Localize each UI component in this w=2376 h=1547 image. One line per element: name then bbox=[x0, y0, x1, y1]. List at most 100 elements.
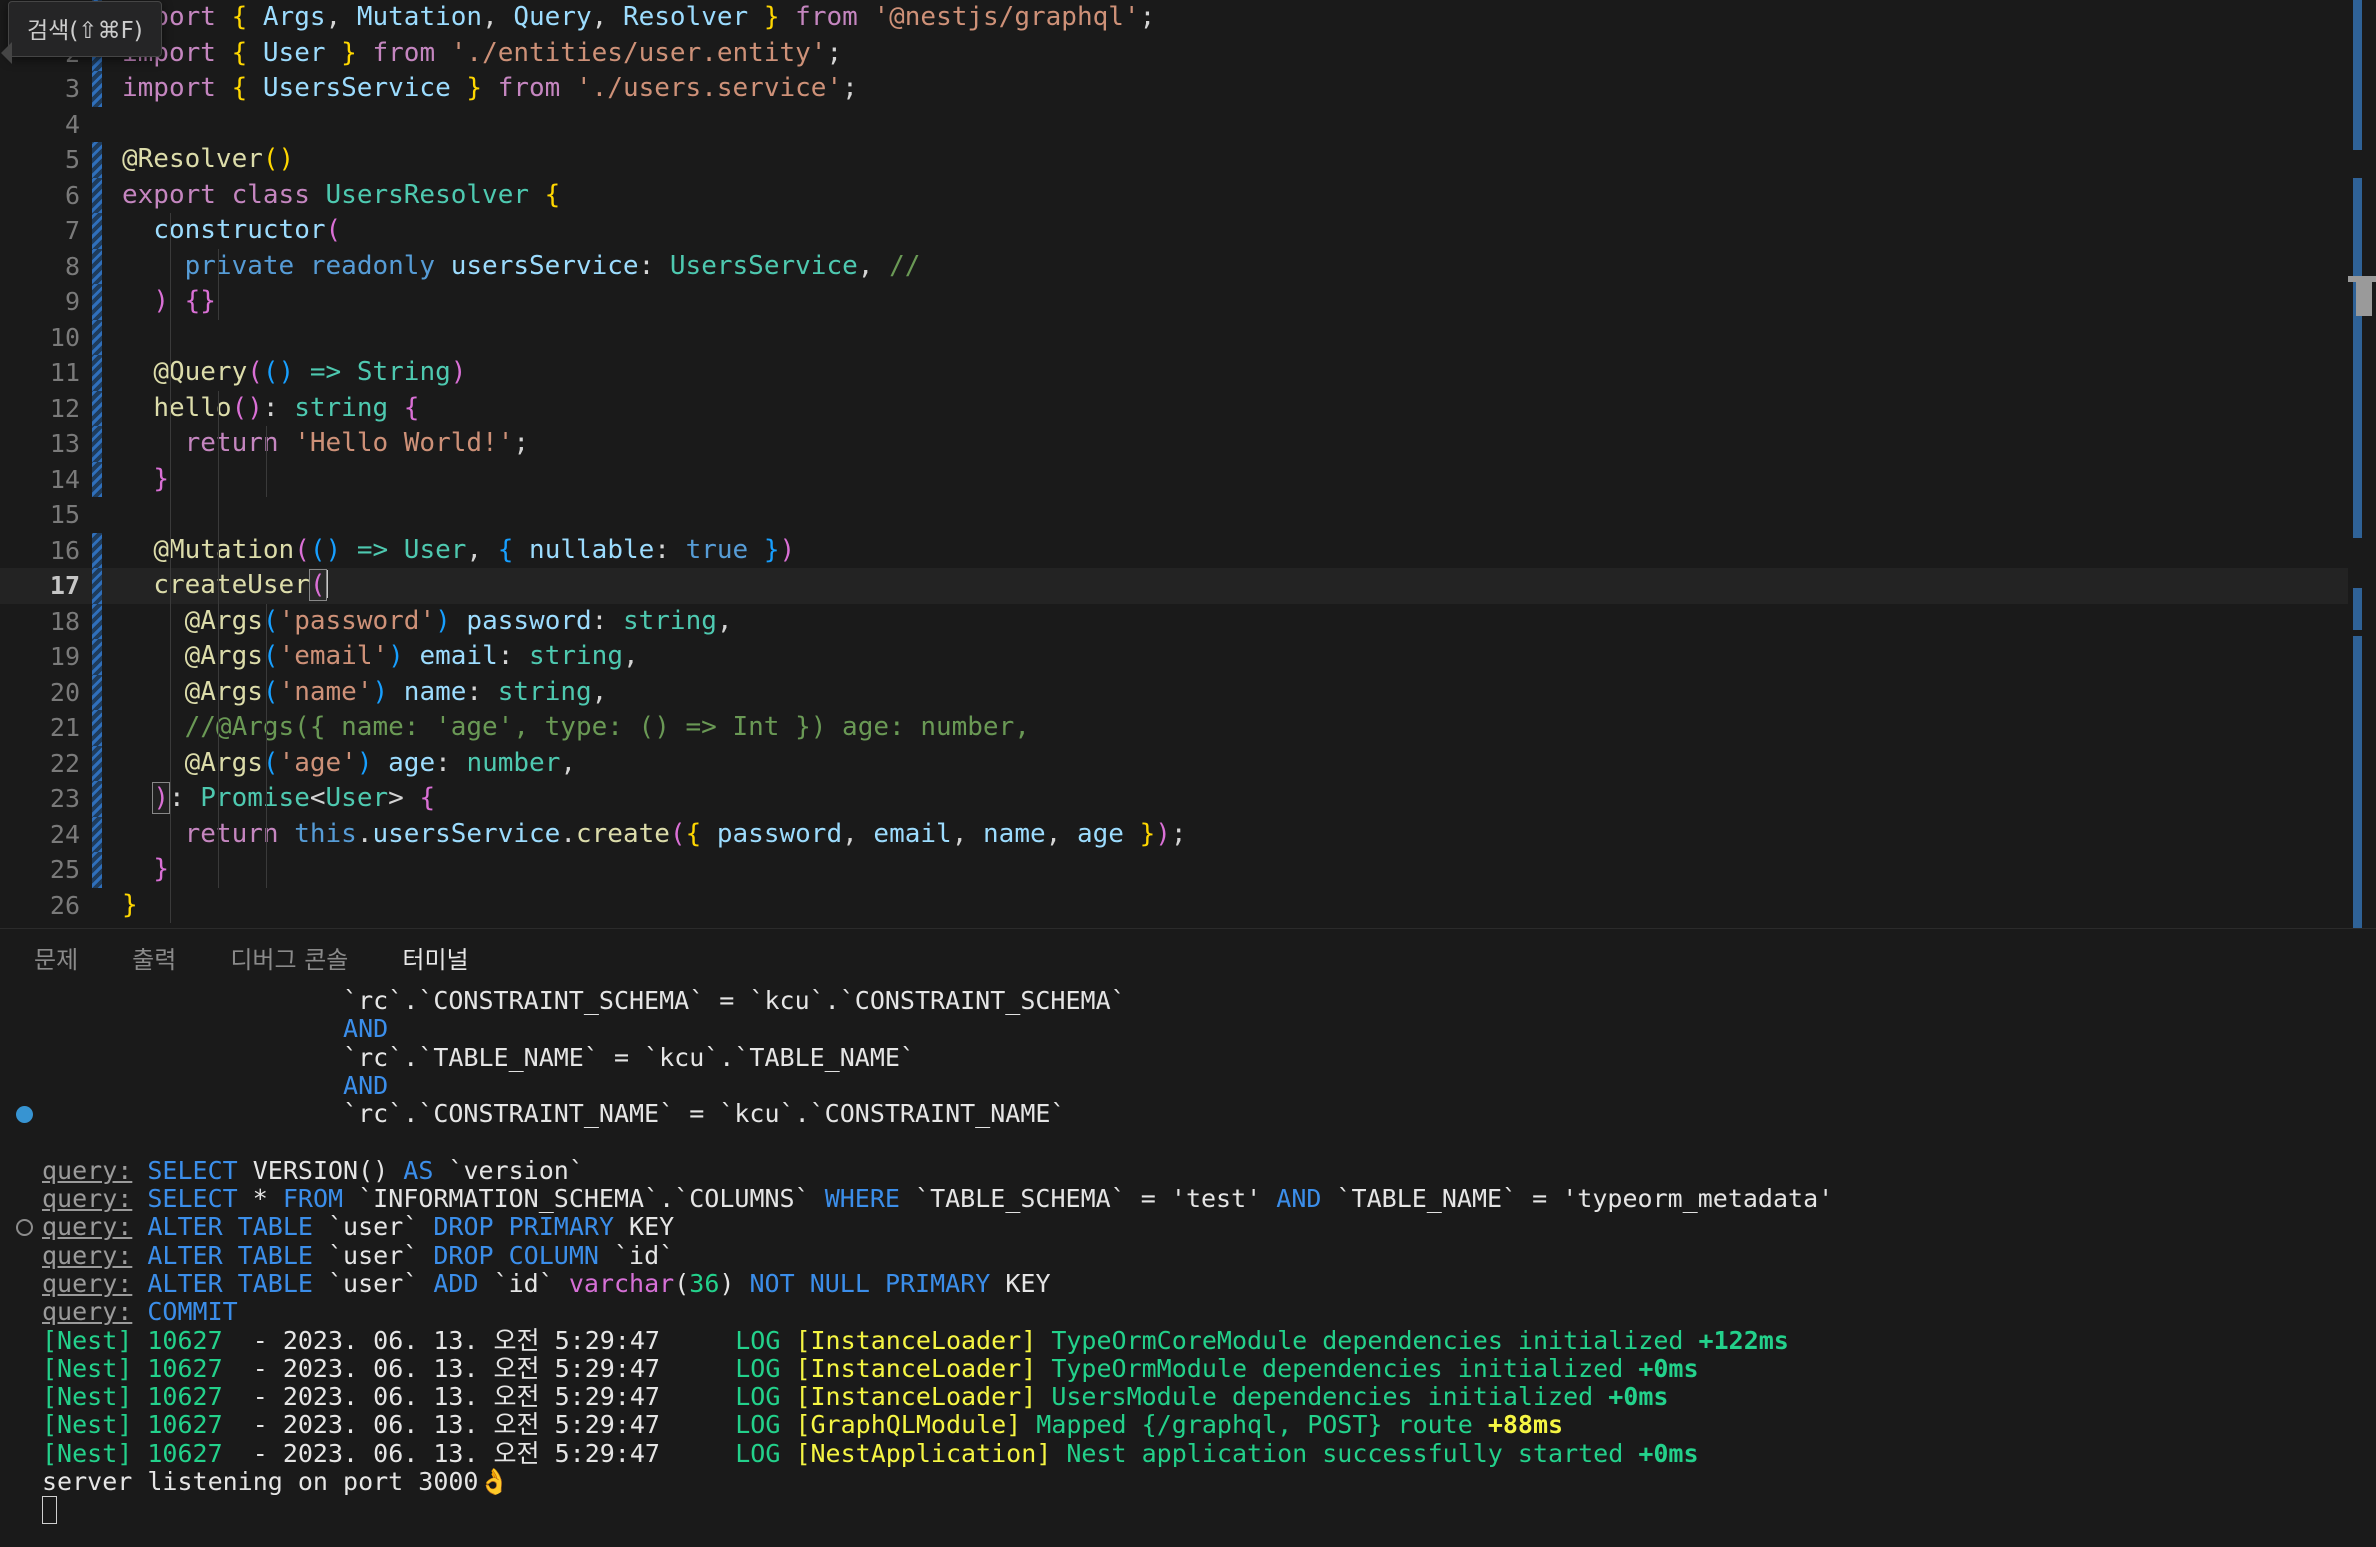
indent-guide bbox=[170, 745, 171, 781]
terminal-token: query: bbox=[42, 1297, 133, 1327]
code-token: } bbox=[153, 854, 169, 884]
code-token: age bbox=[388, 747, 436, 778]
code-line[interactable]: 20 @Args('name') name: string, bbox=[0, 674, 2376, 710]
indent-guide bbox=[170, 497, 171, 533]
code-line[interactable]: 13 return 'Hello World!'; bbox=[0, 426, 2376, 462]
terminal-token: KEY bbox=[990, 1268, 1051, 1298]
terminal-output[interactable]: `rc`.`CONSTRAINT_SCHEMA` = `kcu`.`CONSTR… bbox=[0, 987, 2376, 1547]
modified-gutter-indicator bbox=[92, 355, 102, 391]
code-line[interactable]: 19 @Args('email') email: string, bbox=[0, 639, 2376, 675]
terminal-line: AND bbox=[0, 1071, 2376, 1100]
code-line[interactable]: 17 createUser( bbox=[0, 568, 2376, 604]
code-token: ) bbox=[153, 286, 169, 316]
code-line[interactable]: 2import { User } from './entities/user.e… bbox=[0, 35, 2376, 71]
code-line[interactable]: 18 @Args('password') password: string, bbox=[0, 603, 2376, 639]
code-token: => bbox=[309, 357, 342, 387]
terminal-line: query: ALTER TABLE `user` DROP PRIMARY K… bbox=[0, 1213, 2376, 1241]
terminal-token: - 2023. 06. 13. 오전 5:29:47 bbox=[222, 1353, 736, 1383]
code-token: constructor bbox=[153, 215, 326, 245]
editor-overview-ruler[interactable] bbox=[2348, 0, 2376, 928]
panel-tab-2[interactable]: 디버그 콘솔 bbox=[230, 926, 348, 991]
terminal-line: query: ALTER TABLE `user` ADD `id` varch… bbox=[0, 1268, 2376, 1298]
indent-guide bbox=[170, 355, 171, 391]
terminal-line: server listening on port 3000👌 bbox=[0, 1467, 2376, 1497]
code-token: ; bbox=[1170, 818, 1187, 849]
line-number: 13 bbox=[49, 429, 80, 458]
code-line[interactable]: 26} bbox=[0, 887, 2376, 924]
indent-guide bbox=[266, 426, 267, 462]
terminal-token: varchar bbox=[568, 1268, 675, 1298]
tooltip-label: 검색(⇧⌘F) bbox=[27, 18, 143, 44]
code-token: : bbox=[497, 641, 530, 671]
code-token: : bbox=[638, 250, 670, 281]
terminal-token: 👌 bbox=[478, 1467, 510, 1497]
code-line[interactable]: 8 private readonly usersService: UsersSe… bbox=[0, 248, 2376, 284]
terminal-command-decoration[interactable] bbox=[16, 1106, 33, 1124]
code-line[interactable]: 14 } bbox=[0, 461, 2376, 497]
terminal-token: - 2023. 06. 13. 오전 5:29:47 bbox=[222, 1438, 736, 1468]
code-line[interactable]: 11 @Query(() => String) bbox=[0, 355, 2376, 391]
modified-gutter-indicator bbox=[92, 852, 102, 888]
code-text: import { UsersService } from './users.se… bbox=[122, 71, 858, 107]
code-token: { bbox=[231, 37, 248, 68]
code-lines-container[interactable]: 1import { Args, Mutation, Query, Resolve… bbox=[0, 0, 2376, 923]
code-line[interactable]: 16 @Mutation(() => User, { nullable: tru… bbox=[0, 532, 2376, 568]
code-line[interactable]: 25 } bbox=[0, 852, 2376, 888]
code-line[interactable]: 12 hello(): string { bbox=[0, 390, 2376, 426]
code-line[interactable]: 15 bbox=[0, 497, 2376, 533]
code-line[interactable]: 24 return this.usersService.create({ pas… bbox=[0, 816, 2376, 852]
code-token: , bbox=[591, 2, 623, 32]
code-text: } bbox=[122, 852, 169, 888]
code-line[interactable]: 7 constructor( bbox=[0, 213, 2376, 249]
code-line[interactable]: 21 //@Args({ name: 'age', type: () => In… bbox=[0, 710, 2376, 746]
code-token: string bbox=[294, 392, 389, 423]
ruler-change-mark bbox=[2353, 178, 2362, 538]
code-token: { bbox=[544, 179, 561, 210]
panel-tab-3[interactable]: 터미널 bbox=[402, 926, 469, 991]
indent-guide bbox=[218, 852, 219, 888]
code-token: 'password' bbox=[278, 605, 436, 636]
panel-tab-0[interactable]: 문제 bbox=[34, 926, 78, 991]
line-number: 11 bbox=[49, 358, 80, 387]
terminal-token: DROP PRIMARY bbox=[433, 1212, 614, 1242]
terminal-token: server listening on port 3000 bbox=[42, 1467, 479, 1497]
terminal-token: COMMIT bbox=[147, 1297, 238, 1327]
scrollbar-thumb[interactable] bbox=[2356, 282, 2372, 316]
modified-gutter-indicator bbox=[92, 888, 102, 924]
code-line[interactable]: 10 bbox=[0, 319, 2376, 355]
terminal-token: `user` bbox=[312, 1240, 434, 1270]
terminal-command-decoration[interactable] bbox=[16, 1219, 33, 1237]
terminal-line: query: SELECT VERSION() AS `version` bbox=[0, 1155, 2376, 1185]
code-line[interactable]: 1import { Args, Mutation, Query, Resolve… bbox=[0, 0, 2376, 36]
code-token: , bbox=[466, 534, 498, 565]
code-line[interactable]: 23 ): Promise<User> { bbox=[0, 781, 2376, 817]
code-token: ; bbox=[513, 428, 530, 458]
code-line[interactable]: 9 ) {} bbox=[0, 284, 2376, 320]
terminal-token: SELECT bbox=[147, 1155, 238, 1185]
code-token: {} bbox=[184, 286, 216, 316]
line-number: 17 bbox=[49, 571, 80, 600]
code-line[interactable]: 6 export class UsersResolver { bbox=[0, 177, 2376, 213]
code-token: User bbox=[325, 783, 389, 813]
code-line[interactable]: 4 bbox=[0, 107, 2376, 143]
code-token: : bbox=[466, 676, 498, 707]
panel-tab-1[interactable]: 출력 bbox=[132, 926, 176, 991]
code-line[interactable]: 22 @Args('age') age: number, bbox=[0, 745, 2376, 781]
code-editor[interactable]: 1import { Args, Mutation, Query, Resolve… bbox=[0, 0, 2376, 928]
terminal-token: ALTER TABLE bbox=[147, 1240, 313, 1270]
code-token: class bbox=[231, 179, 310, 210]
code-line[interactable]: 3 import { UsersService } from './users.s… bbox=[0, 71, 2376, 107]
modified-gutter-indicator bbox=[92, 639, 102, 675]
terminal-token: [Nest] 10627 bbox=[42, 1353, 223, 1383]
code-line[interactable]: 5 @Resolver() bbox=[0, 142, 2376, 178]
panel-tab-bar[interactable]: 문제 출력 디버그 콘솔 터미널 bbox=[0, 929, 2376, 991]
